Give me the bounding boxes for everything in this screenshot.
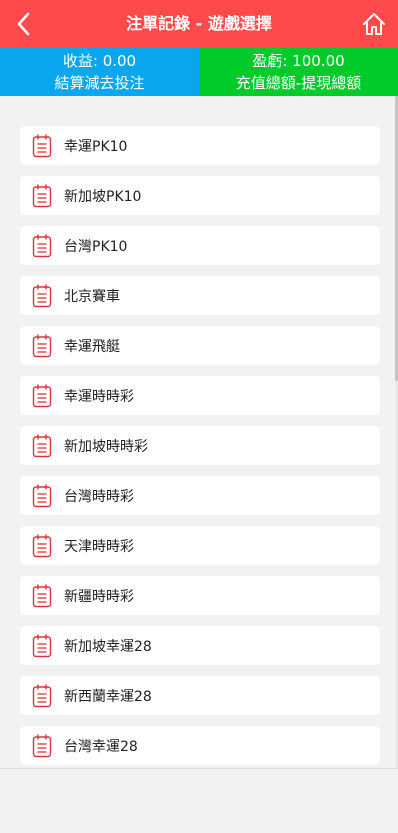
game-list-item[interactable]: 天津時時彩 [20, 526, 380, 565]
balance-value: 盈虧: 100.00 [252, 52, 345, 70]
document-list-icon [32, 333, 52, 358]
document-list-icon [32, 533, 52, 558]
footer-area [0, 768, 398, 833]
document-list-icon [32, 233, 52, 258]
document-list-icon [32, 683, 52, 708]
game-list-item[interactable]: 台灣時時彩 [20, 476, 380, 515]
game-list: 幸運PK10 新加坡PK10 台灣PK10 北京賽車幸運飛艇幸運時時彩新加坡時時彩 台灣… [20, 126, 380, 768]
game-name-label: 北京賽車 [64, 288, 120, 305]
game-list-item[interactable]: 幸運飛艇 [20, 326, 380, 365]
game-list-item[interactable]: 台灣PK10 [20, 226, 380, 265]
app-header: 注單記錄 - 遊戲選擇 [0, 0, 398, 48]
balance-panel: 盈虧: 100.00 充值總額-提現總額 [199, 48, 398, 96]
game-list-item[interactable]: 新加坡時時彩 [20, 426, 380, 465]
page-title: 注單記錄 - 遊戲選擇 [126, 14, 272, 33]
game-name-label: 幸運PK10 [64, 138, 128, 155]
document-list-icon [32, 733, 52, 758]
game-name-label: 天津時時彩 [64, 538, 134, 555]
home-icon [363, 13, 385, 35]
profit-value: 收益: 0.00 [62, 52, 137, 70]
game-list-item[interactable]: 幸運時時彩 [20, 376, 380, 415]
game-name-label: 新加坡PK10 [64, 188, 142, 205]
document-list-icon [32, 283, 52, 308]
game-name-label: 台灣幸運28 [64, 738, 138, 755]
document-list-icon [32, 483, 52, 508]
game-list-item[interactable]: 新加坡幸運28 [20, 626, 380, 665]
document-list-icon [32, 383, 52, 408]
home-button[interactable] [356, 6, 392, 42]
game-name-label: 幸運時時彩 [64, 388, 134, 405]
document-list-icon [32, 633, 52, 658]
game-name-label: 新疆時時彩 [64, 588, 134, 605]
stats-bar: 收益: 0.00 結算減去投注 盈虧: 100.00 充值總額-提現總額 [0, 48, 398, 96]
game-name-label: 新加坡時時彩 [64, 438, 148, 455]
document-list-icon [32, 183, 52, 208]
document-list-icon [32, 583, 52, 608]
game-list-item[interactable]: 新疆時時彩 [20, 576, 380, 615]
game-list-item[interactable]: 新加坡PK10 [20, 176, 380, 215]
document-list-icon [32, 433, 52, 458]
game-name-label: 新加坡幸運28 [64, 638, 152, 655]
game-list-item[interactable]: 新西蘭幸運28 [20, 676, 380, 715]
game-name-label: 台灣時時彩 [64, 488, 134, 505]
game-list-item[interactable]: 台灣幸運28 [20, 726, 380, 765]
game-name-label: 台灣PK10 [64, 238, 128, 255]
game-list-container[interactable]: 幸運PK10 新加坡PK10 台灣PK10 北京賽車幸運飛艇幸運時時彩新加坡時時彩 台灣… [0, 96, 398, 768]
game-name-label: 幸運飛艇 [64, 338, 120, 355]
balance-note: 充值總額-提現總額 [235, 74, 362, 92]
game-list-item[interactable]: 幸運PK10 [20, 126, 380, 165]
profit-panel: 收益: 0.00 結算減去投注 [0, 48, 199, 96]
game-list-item[interactable]: 北京賽車 [20, 276, 380, 315]
document-list-icon [32, 133, 52, 158]
game-name-label: 新西蘭幸運28 [64, 688, 152, 705]
profit-note: 結算減去投注 [54, 74, 145, 92]
